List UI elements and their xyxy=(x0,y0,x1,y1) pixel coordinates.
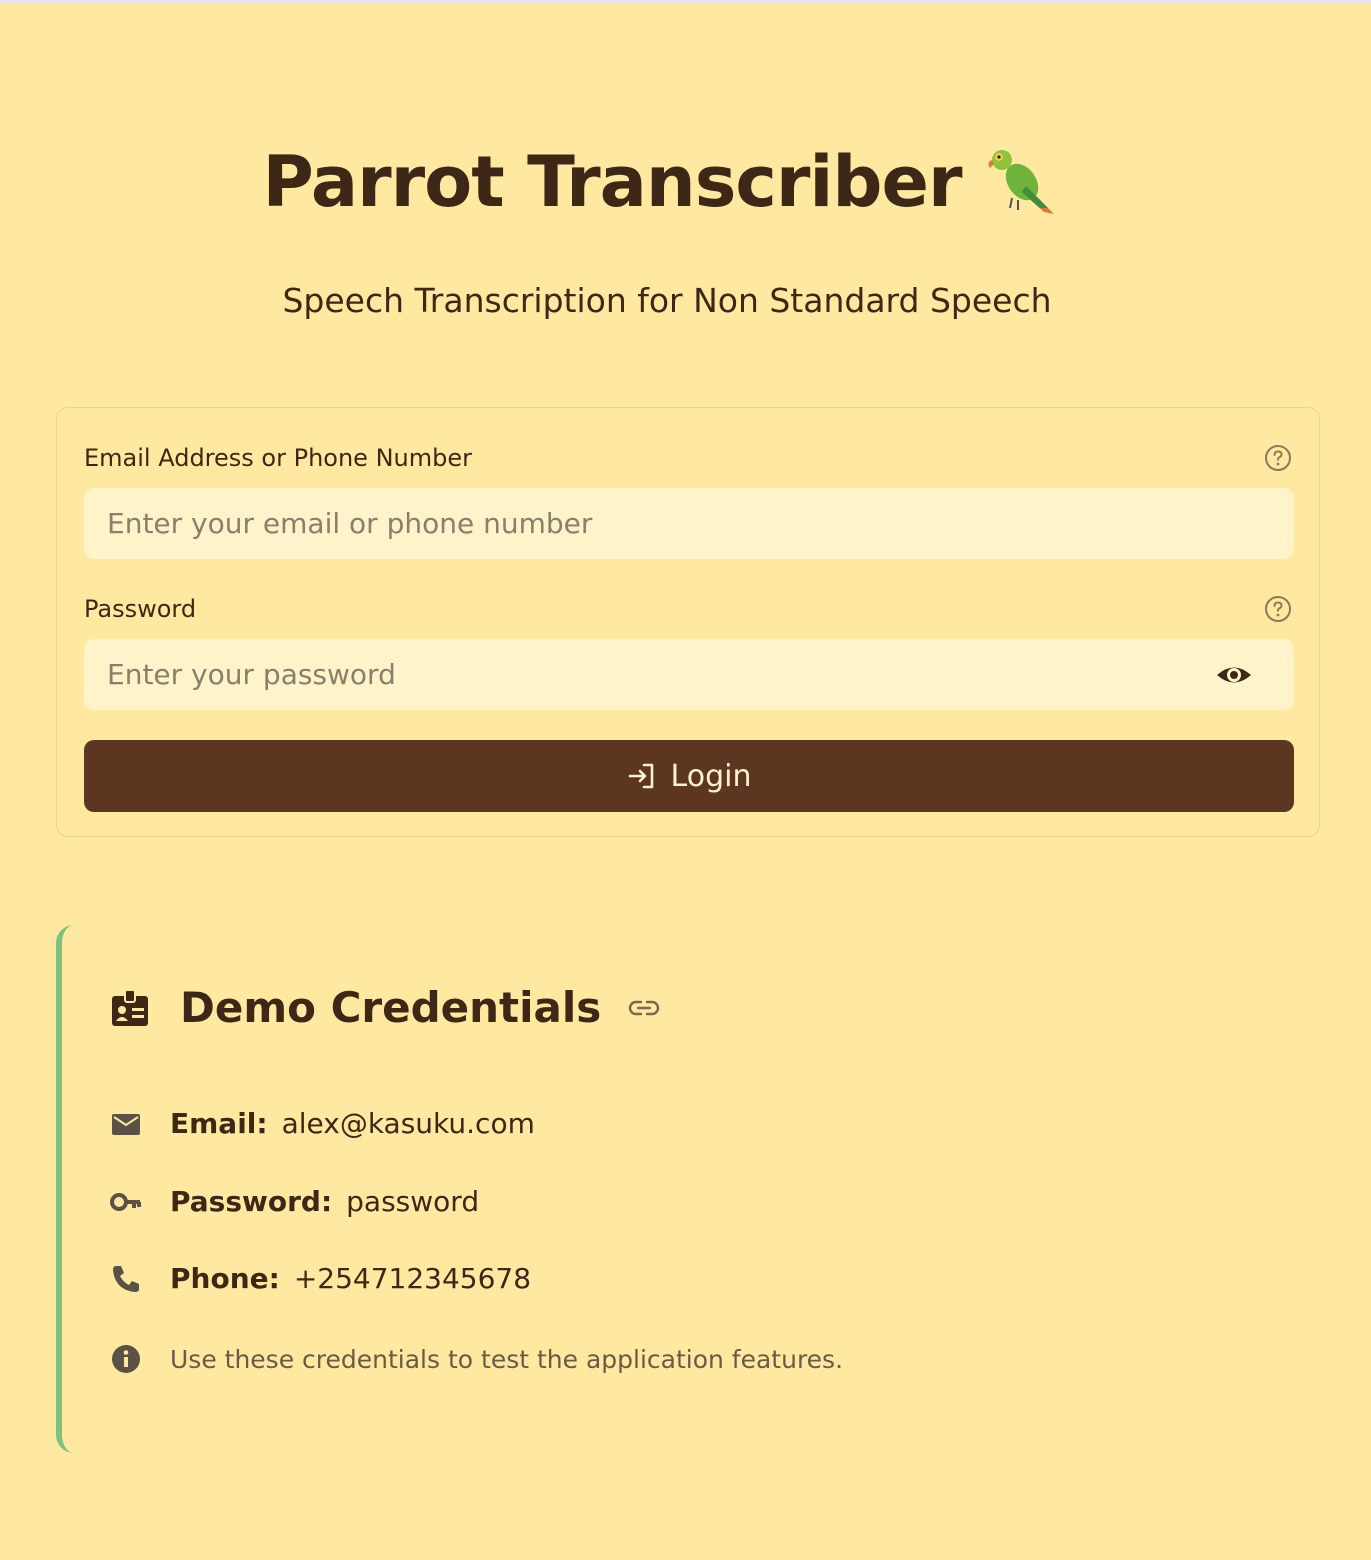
help-circle-icon[interactable] xyxy=(1264,444,1292,472)
demo-credentials-title: Demo Credentials xyxy=(180,983,602,1032)
password-label: Password xyxy=(84,595,197,623)
page-title: Parrot Transcriber xyxy=(0,141,1320,223)
mail-icon xyxy=(112,1113,140,1135)
credential-value: password xyxy=(346,1185,480,1218)
login-arrow-icon xyxy=(628,763,653,789)
phone-icon xyxy=(113,1265,139,1292)
password-input[interactable] xyxy=(84,639,1294,710)
eye-icon[interactable] xyxy=(1215,656,1253,694)
credential-row-email: Email: alex@kasuku.com xyxy=(110,1107,535,1140)
link-icon[interactable] xyxy=(627,997,661,1019)
credential-row-password: Password: password xyxy=(110,1185,479,1218)
login-card: Email Address or Phone Number Password L… xyxy=(56,407,1320,837)
identifier-label: Email Address or Phone Number xyxy=(84,444,472,472)
demo-note: Use these credentials to test the applic… xyxy=(110,1343,843,1375)
credential-key: Password: xyxy=(170,1185,333,1218)
credential-key: Email: xyxy=(170,1107,268,1140)
demo-note-text: Use these credentials to test the applic… xyxy=(170,1344,844,1374)
page-subtitle: Speech Transcription for Non Standard Sp… xyxy=(282,281,1052,320)
badge-icon xyxy=(112,988,148,1026)
login-button[interactable]: Login xyxy=(84,740,1294,812)
credential-value: +254712345678 xyxy=(293,1262,532,1295)
credential-value: alex@kasuku.com xyxy=(281,1107,535,1140)
credential-key: Phone: xyxy=(170,1262,280,1295)
demo-credentials-panel: Demo Credentials Email: alex@kasuku.com … xyxy=(56,925,1316,1453)
credential-row-phone: Phone: +254712345678 xyxy=(110,1262,531,1295)
identifier-input[interactable] xyxy=(84,488,1294,559)
parrot-icon xyxy=(987,150,1054,214)
login-button-label: Login xyxy=(670,758,752,794)
info-icon xyxy=(112,1345,140,1373)
demo-credentials-header: Demo Credentials xyxy=(110,983,661,1032)
app-title-text: Parrot Transcriber xyxy=(262,141,962,223)
help-circle-icon[interactable] xyxy=(1264,595,1292,623)
key-icon xyxy=(110,1192,141,1211)
